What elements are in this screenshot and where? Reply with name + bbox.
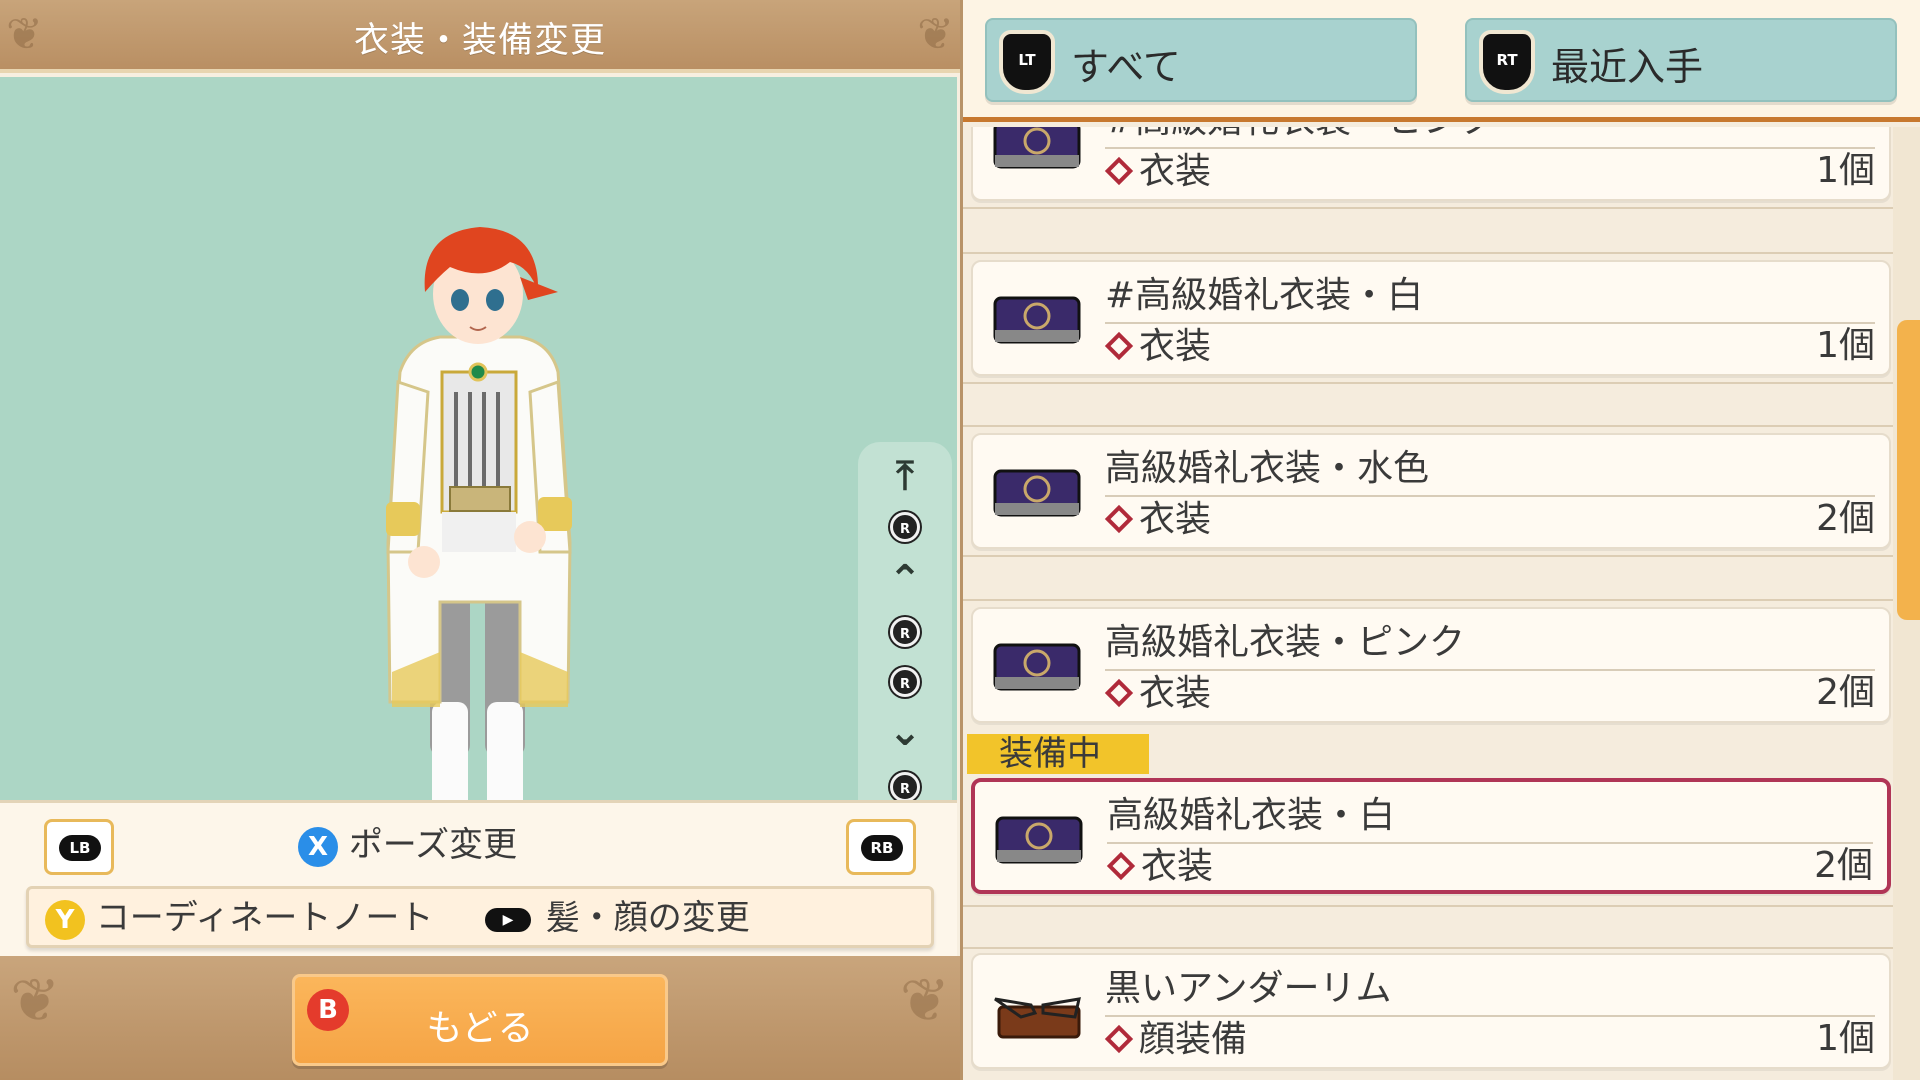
divider [963,599,1893,601]
item-divider [1105,1015,1875,1017]
inventory-panel: LT すべて RT 最近入手 #高級婚礼衣装・ピンク 衣装 1個 #高 [960,0,1920,1080]
item-name: 高級婚礼衣装・白 [1107,795,1396,836]
diamond-icon [1104,156,1134,186]
ornament-bottom-right-icon: ❦ [899,966,950,1036]
item-category: 衣装 [1104,499,1212,541]
diamond-icon [1104,504,1134,534]
item-category-label: 顔装備 [1139,1019,1248,1060]
divider [963,207,1893,209]
glasses-case-icon [994,997,1081,1039]
divider [963,555,1893,557]
hint-bar: Y コーディネートノート ▶ 髪・顔の変更 [26,886,934,948]
zoom-in-icon[interactable]: ⌃ [858,560,952,600]
tab-all[interactable]: LT すべて [985,18,1417,102]
item-category: 衣装 [1104,326,1212,368]
stick-down-icon[interactable]: R [858,772,952,802]
stick-left-icon[interactable]: R [858,617,952,647]
item-qty: 2個 [1816,672,1875,713]
tab-bar: LT すべて RT 最近入手 [963,0,1920,122]
purple-costume-case-icon [993,296,1081,344]
item-divider [1107,842,1873,844]
rt-trigger-icon: RT [1479,30,1535,94]
list-item[interactable]: 黒いアンダーリム 顔装備 1個 [971,953,1891,1069]
item-category-label: 衣装 [1139,326,1212,367]
zoom-out-icon[interactable]: ⌄ [858,712,952,752]
diamond-icon [1104,678,1134,708]
tab-recent[interactable]: RT 最近入手 [1465,18,1897,102]
diamond-icon [1104,331,1134,361]
purple-costume-case-icon [995,816,1083,864]
item-divider [1105,669,1875,671]
item-qty: 2個 [1816,498,1875,539]
scrollbar-thumb[interactable] [1897,320,1920,620]
item-name: 高級婚礼衣装・水色 [1105,448,1430,489]
list-item[interactable]: #高級婚礼衣装・白 衣装 1個 [971,260,1891,376]
coordinate-note-button[interactable]: Y コーディネートノート [45,895,433,941]
lb-button[interactable]: LB [44,819,114,875]
character-viewer[interactable]: ⤒ R ⌃ R R ⌄ R ⤓ [0,77,957,870]
list-item[interactable]: 高級婚礼衣装・ピンク 衣装 2個 [971,607,1891,723]
item-category: 顔装備 [1104,1019,1248,1061]
diamond-icon [1106,851,1136,881]
hair-face-change-label: 髪・顔の変更 [545,898,750,938]
item-name: 高級婚礼衣装・ピンク [1105,622,1466,663]
item-divider [1105,147,1875,149]
item-qty: 2個 [1814,845,1873,886]
y-button-icon: Y [45,899,85,940]
divider [963,947,1893,949]
tab-recent-label: 最近入手 [1551,45,1704,89]
zoom-max-icon[interactable]: ⤒ [858,456,952,496]
divider [963,905,1893,907]
equipped-badge: 装備中 [967,734,1149,774]
back-button[interactable]: B もどる [292,974,668,1066]
item-qty: 1個 [1816,325,1875,366]
pose-change-button[interactable]: X ポーズ変更 [298,823,517,871]
hair-face-change-button[interactable]: ▶ 髪・顔の変更 [485,895,750,941]
stick-up-icon[interactable]: R [858,512,952,542]
item-qty: 1個 [1816,1018,1875,1059]
item-name: 黒いアンダーリム [1105,968,1392,1009]
list-item[interactable]: #高級婚礼衣装・ピンク 衣装 1個 [971,127,1891,201]
ornament-right-icon: ❦ [917,9,954,60]
x-button-icon: X [298,826,338,867]
item-category-label: 衣装 [1139,673,1212,714]
preview-panel: ❦ 衣装・装備変更 ❦ ⤒ R ⌃ R R ⌄ R LB X ポーズ変更 RB … [0,0,960,1080]
divider [963,382,1893,384]
item-category-label: 衣装 [1139,499,1212,540]
coordinate-note-label: コーディネートノート [95,898,434,938]
title-bar: ❦ 衣装・装備変更 ❦ [0,0,960,73]
back-label: もどる [426,1008,534,1049]
list-item[interactable]: 高級婚礼衣装・水色 衣装 2個 [971,433,1891,549]
item-category-label: 衣装 [1139,151,1212,192]
purple-costume-case-icon [993,469,1081,517]
item-name: #高級婚礼衣装・白 [1105,275,1424,316]
diamond-icon [1104,1024,1134,1054]
character-model[interactable] [380,222,580,847]
tab-all-label: すべて [1071,45,1181,89]
list-item-equipped[interactable]: 高級婚礼衣装・白 衣装 2個 [971,778,1891,894]
bottom-bar: ❦ B もどる ❦ [0,956,960,1080]
item-divider [1105,322,1875,324]
item-category: 衣装 [1104,673,1212,715]
item-qty: 1個 [1816,150,1875,191]
item-category: 衣装 [1106,846,1214,888]
item-list[interactable]: #高級婚礼衣装・ピンク 衣装 1個 #高級婚礼衣装・白 衣装 1個 高級婚礼衣装… [963,127,1893,1080]
item-divider [1105,495,1875,497]
purple-costume-case-icon [993,643,1081,691]
lt-trigger-icon: LT [999,30,1055,94]
stick-right-icon[interactable]: R [858,667,952,697]
game-screen: ❦ 衣装・装備変更 ❦ ⤒ R ⌃ R R ⌄ R LB X ポーズ変更 RB … [0,0,1920,1080]
divider [963,252,1893,254]
rb-button[interactable]: RB [846,819,916,875]
divider [963,425,1893,427]
item-category: 衣装 [1104,151,1212,193]
purple-costume-case-icon [993,127,1081,169]
item-name: #高級婚礼衣装・ピンク [1105,127,1495,141]
item-category-label: 衣装 [1141,846,1214,887]
stick-press-icon: ▶ [485,907,531,932]
control-hints: LB X ポーズ変更 RB Y コーディネートノート ▶ 髪・顔の変更 [0,800,957,956]
pose-change-label: ポーズ変更 [348,825,518,865]
ornament-bottom-left-icon: ❦ [10,966,61,1036]
